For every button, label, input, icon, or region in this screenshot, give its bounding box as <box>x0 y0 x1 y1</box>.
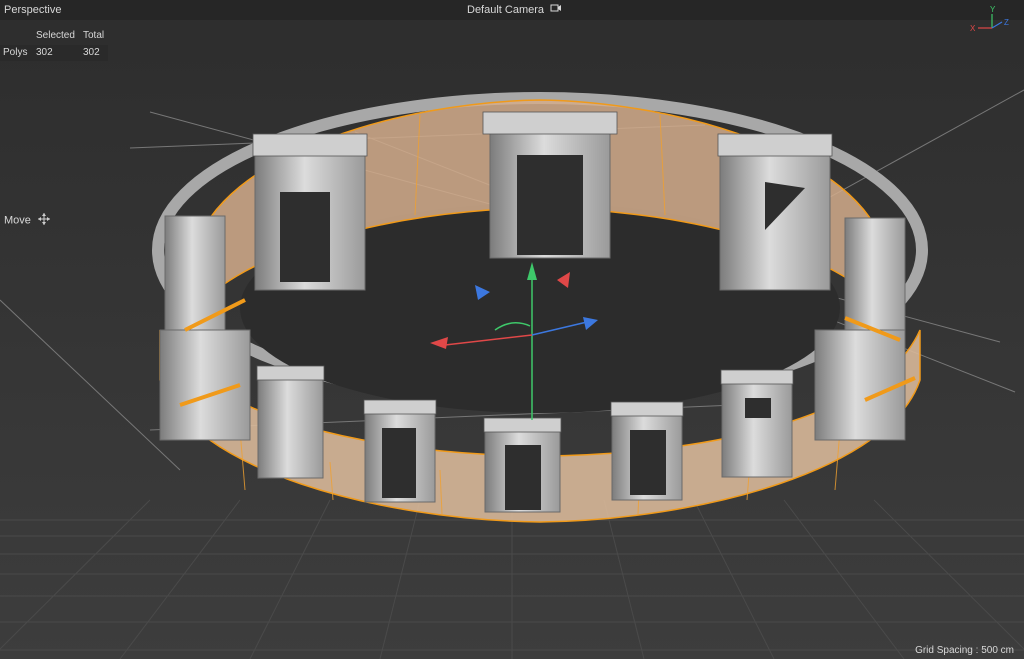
ring-object[interactable] <box>152 92 928 523</box>
poly-count-hud: Selected Total Polys 302 302 <box>0 28 108 62</box>
hud-polys-label: Polys <box>3 47 28 58</box>
hud-selected-header: Selected <box>36 30 75 41</box>
move-tool-label: Move <box>4 214 31 227</box>
hud-header-row: Selected Total <box>0 28 108 44</box>
move-icon <box>37 213 50 228</box>
3d-viewport[interactable]: Perspective Default Camera Selected Tota… <box>0 0 1024 659</box>
camera-label: Default Camera <box>467 4 545 16</box>
camera-menu[interactable]: Default Camera <box>467 3 562 17</box>
scene-canvas[interactable] <box>0 0 1024 659</box>
axis-orientation-gizmo: Y X Z <box>970 5 1009 33</box>
view-mode-menu[interactable]: Perspective <box>4 3 61 17</box>
hud-polys-selected: 302 <box>36 47 53 58</box>
hud-total-header: Total <box>83 30 105 41</box>
axis-y-label: Y <box>990 5 996 14</box>
axis-x-label: X <box>970 24 976 33</box>
camera-icon <box>550 3 562 17</box>
hud-polys-total: 302 <box>83 47 100 58</box>
grid-spacing-readout: Grid Spacing : 500 cm <box>915 645 1014 656</box>
axis-z-label: Z <box>1004 18 1009 27</box>
move-tool-indicator[interactable]: Move <box>4 213 50 228</box>
hud-polys-row: Polys 302 302 <box>0 45 108 61</box>
